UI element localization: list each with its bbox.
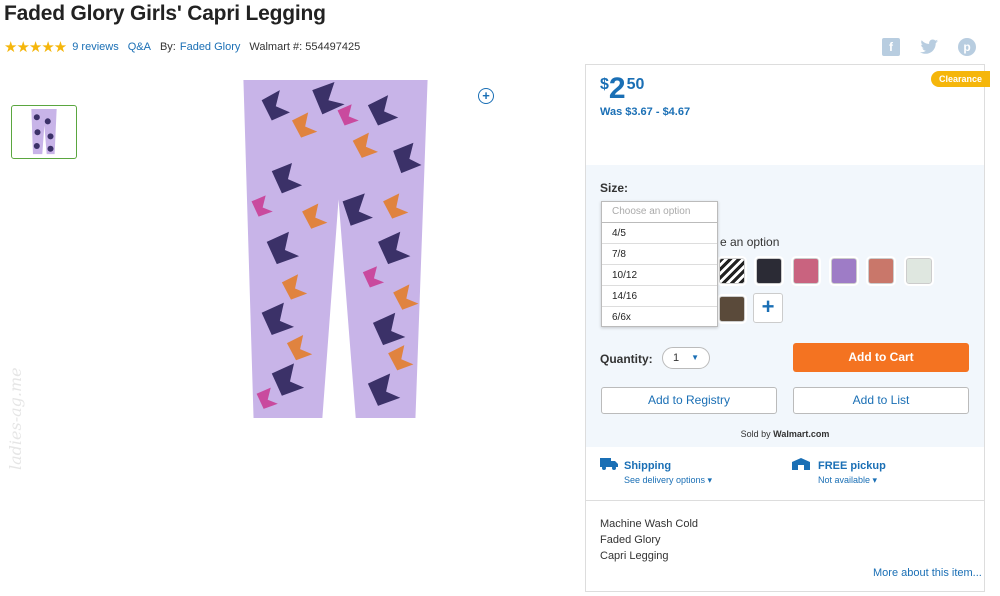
reviews-link[interactable]: 9 reviews xyxy=(72,41,118,53)
pickup-title: FREE pickup xyxy=(818,460,886,472)
qa-link[interactable]: Q&A xyxy=(128,41,151,53)
swatch-coral[interactable] xyxy=(866,256,896,286)
add-to-cart-button[interactable]: Add to Cart xyxy=(793,343,969,372)
seller-name: Walmart.com xyxy=(773,429,830,439)
size-option[interactable]: 10/12 xyxy=(602,265,717,286)
size-option[interactable]: 7/8 xyxy=(602,244,717,265)
store-icon xyxy=(792,458,810,470)
sold-by-prefix: Sold by xyxy=(740,429,771,439)
add-to-registry-button[interactable]: Add to Registry xyxy=(601,387,777,414)
product-image[interactable] xyxy=(240,80,430,420)
chevron-down-icon: ▼ xyxy=(691,353,699,362)
swatch-purple-butterfly[interactable] xyxy=(829,256,859,286)
sold-by: Sold by Walmart.com xyxy=(586,429,984,439)
clearance-badge: Clearance xyxy=(931,71,991,87)
description-line: Capri Legging xyxy=(600,550,669,562)
size-option[interactable]: 14/16 xyxy=(602,286,717,307)
pickup-availability-link[interactable]: Not available ▾ xyxy=(818,475,877,486)
product-meta: ★★★★★ 9 reviews Q&A By: Faded Glory Walm… xyxy=(4,38,360,56)
price-dollars: 2 xyxy=(608,72,626,105)
thumbnail-legging xyxy=(31,109,57,155)
price-cents: 50 xyxy=(626,76,645,93)
more-swatches-button[interactable]: + xyxy=(753,293,783,323)
color-label: e an option xyxy=(720,235,780,249)
swatch-zebra[interactable] xyxy=(717,256,747,286)
by-label: By: xyxy=(159,41,176,53)
swatch-navy[interactable] xyxy=(754,256,784,286)
twitter-icon[interactable] xyxy=(920,38,938,56)
price: $ 2 50 xyxy=(600,74,644,104)
swatch-pink[interactable] xyxy=(791,256,821,286)
quantity-label: Quantity: xyxy=(600,352,653,366)
social-share: f p xyxy=(882,38,976,56)
was-price: Was $3.67 - $4.67 xyxy=(600,106,691,118)
zoom-icon[interactable]: + xyxy=(478,88,494,104)
quantity-value: 1 xyxy=(673,352,680,364)
size-label: Size: xyxy=(600,181,629,195)
size-dropdown[interactable]: Choose an option 4/5 7/8 10/12 14/16 6/6… xyxy=(601,201,718,327)
truck-icon xyxy=(600,458,618,470)
product-title: Faded Glory Girls' Capri Legging xyxy=(4,2,326,25)
add-to-list-button[interactable]: Add to List xyxy=(793,387,969,414)
quantity-select[interactable]: 1 ▼ xyxy=(662,347,710,369)
size-dropdown-placeholder[interactable]: Choose an option xyxy=(602,202,717,223)
price-currency: $ xyxy=(600,76,609,93)
description-line: Machine Wash Cold xyxy=(600,518,699,530)
swatch-light-print[interactable] xyxy=(904,256,934,286)
delivery-options-link[interactable]: See delivery options ▾ xyxy=(624,475,712,486)
size-option[interactable]: 6/6x xyxy=(602,307,717,328)
watermark: ladies-ag.me xyxy=(6,367,25,470)
facebook-icon[interactable]: f xyxy=(882,38,900,56)
brand-link[interactable]: Faded Glory xyxy=(180,41,241,53)
divider xyxy=(586,500,984,501)
swatch-photo-print[interactable] xyxy=(717,294,747,324)
size-option[interactable]: 4/5 xyxy=(602,223,717,244)
rating-stars[interactable]: ★★★★★ xyxy=(4,38,67,56)
item-number: Walmart #: 554497425 xyxy=(249,41,361,53)
thumbnail-image[interactable] xyxy=(11,105,77,159)
more-about-item-link[interactable]: More about this item... xyxy=(873,567,982,579)
pinterest-icon[interactable]: p xyxy=(958,38,976,56)
description-line: Faded Glory xyxy=(600,534,661,546)
shipping-title: Shipping xyxy=(624,460,672,472)
